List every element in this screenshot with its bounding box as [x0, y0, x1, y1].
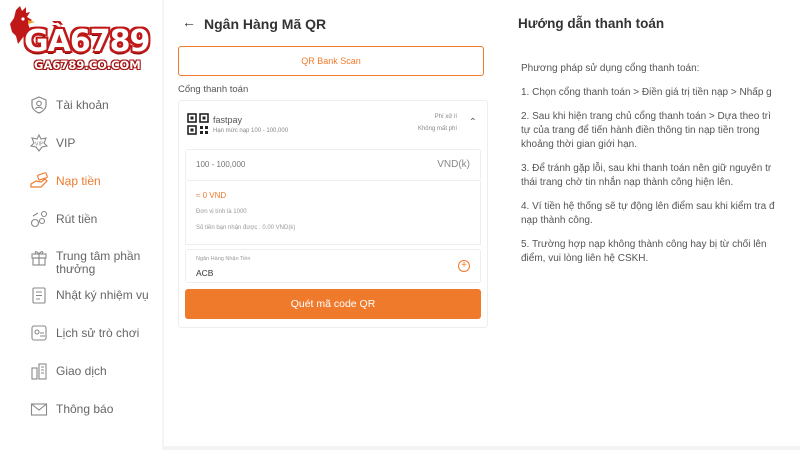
guide-step-4: 4. Ví tiền hệ thống sẽ tự động lên điểm …: [521, 201, 775, 212]
gateway-name: fastpay: [213, 115, 243, 125]
mail-icon: [30, 400, 48, 418]
chevron-up-icon[interactable]: ⌃: [469, 117, 477, 128]
amount-info: ≈ 0 VND Đơn vị tính là 1000 Số tiền bạn …: [185, 181, 481, 245]
guide-step-2-line3: khoảng thời gian giới hạn.: [521, 139, 637, 150]
sidebar-item-label: Giao dịch: [56, 363, 107, 378]
page-title: Ngân Hàng Mã QR: [204, 16, 327, 32]
fee-value: Không mất phí: [417, 126, 457, 132]
sidebar-item-vip[interactable]: VIP VIP: [0, 126, 162, 160]
vip-badge-icon: VIP: [30, 134, 48, 152]
receiving-bank-label: Ngân Hàng Nhận Tiền: [196, 256, 251, 262]
sidebar-item-label: VIP: [56, 135, 76, 150]
brand-domain: GA6789.CO.COM: [34, 58, 141, 72]
receive-amount-note: Số tiền bạn nhận được : 0.00 VND(k): [196, 225, 296, 231]
guide-step-2-line2: tự của trang để tiến hành điền thông tin…: [521, 125, 760, 136]
transaction-icon: [30, 362, 48, 380]
withdraw-icon: [30, 210, 48, 228]
amount-unit: VND(k): [437, 159, 470, 170]
guide-step-3: 3. Để tránh gặp lỗi, sau khi thanh toán …: [521, 163, 772, 174]
amount-input[interactable]: [196, 160, 396, 169]
qr-bank-scan-button[interactable]: QR Bank Scan: [178, 46, 484, 76]
plus-circle-icon[interactable]: +: [458, 260, 470, 272]
sidebar-item-deposit[interactable]: Nạp tiền: [0, 164, 162, 198]
payment-gateway-card: fastpay Hạn mức nạp 100 - 100,000 Phí xử…: [178, 100, 488, 328]
sidebar-item-label: Tài khoản: [56, 97, 109, 112]
sidebar-item-transactions[interactable]: Giao dịch: [0, 354, 162, 388]
guide-step-4-line2: nạp thành công.: [521, 215, 593, 226]
sidebar-item-withdraw[interactable]: Rút tiền: [0, 202, 162, 236]
guide-step-5: 5. Trường hợp nạp không thành công hay b…: [521, 239, 767, 250]
sidebar-item-game-history[interactable]: Lịch sử trò chơi: [0, 316, 162, 350]
sidebar-item-label: Lịch sử trò chơi: [56, 325, 140, 340]
scan-qr-code-button[interactable]: Quét mã code QR: [185, 289, 481, 319]
guide-step-5-line2: điểm, vui lòng liên hệ CSKH.: [521, 253, 649, 264]
gateway-limit: Hạn mức nạp 100 - 100,000: [213, 128, 289, 134]
brand-logo[interactable]: GÀ6789 GA6789.CO.COM: [8, 6, 160, 76]
guide-step-1: 1. Chọn cổng thanh toán > Điền giá trị t…: [521, 87, 772, 98]
user-icon: [30, 96, 48, 114]
sidebar-item-label: Nạp tiền: [56, 173, 101, 188]
sidebar-item-label-line2: thưởng: [56, 262, 96, 276]
deposit-money-icon: [30, 172, 48, 190]
receiving-bank-value: ACB: [196, 268, 214, 278]
guide-step-3-line2: thái trang chờ tin nhắn nạp thành công h…: [521, 177, 734, 188]
sidebar-item-label: Nhật ký nhiệm vụ: [56, 287, 149, 302]
main-area: ← Ngân Hàng Mã QR Hướng dẫn thanh toán Q…: [162, 0, 800, 450]
back-arrow-icon[interactable]: ←: [182, 14, 196, 30]
task-log-icon: [30, 286, 48, 304]
sidebar-item-rewards[interactable]: Trung tâm phần thưởng: [0, 240, 162, 276]
converted-amount: ≈ 0 VND: [196, 191, 227, 200]
brand-name: GÀ6789: [24, 24, 150, 59]
unit-note: Đơn vị tính là 1000: [196, 209, 247, 215]
amount-field-wrapper: VND(k): [185, 149, 481, 181]
guide-title: Hướng dẫn thanh toán: [518, 16, 665, 31]
sidebar-item-task-log[interactable]: Nhật ký nhiệm vụ: [0, 278, 162, 312]
sidebar-item-label: Thông báo: [56, 401, 114, 416]
sidebar-item-label: Rút tiền: [56, 211, 98, 226]
game-history-icon: [30, 324, 48, 342]
payment-gateway-label: Cổng thanh toán: [178, 84, 249, 95]
guide-step-2: 2. Sau khi hiện trang chủ cổng thanh toá…: [521, 111, 771, 122]
sidebar: GÀ6789 GA6789.CO.COM Tài khoản VIP VIP N…: [0, 0, 162, 450]
content-panel: ← Ngân Hàng Mã QR Hướng dẫn thanh toán Q…: [164, 0, 800, 446]
fee-label: Phí xử lí: [434, 114, 457, 120]
guide-intro: Phương pháp sử dụng cổng thanh toán:: [521, 63, 700, 74]
gift-icon: [30, 248, 48, 266]
receiving-bank-select[interactable]: Ngân Hàng Nhận Tiền ACB +: [185, 249, 481, 283]
sidebar-item-account[interactable]: Tài khoản: [0, 88, 162, 122]
qr-code-icon: [187, 113, 209, 135]
svg-text:VIP: VIP: [35, 142, 43, 148]
sidebar-item-notifications[interactable]: Thông báo: [0, 392, 162, 426]
